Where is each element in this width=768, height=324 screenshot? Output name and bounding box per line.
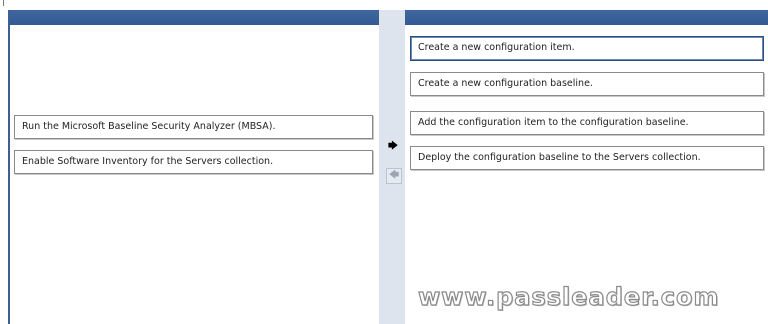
move-buttons-column: 🡆 🡄 — [379, 10, 405, 324]
left-panel-header — [10, 10, 379, 25]
right-list-item[interactable]: Create a new configuration baseline. — [410, 72, 764, 96]
corner-mark — [0, 0, 4, 6]
watermark-text: www.passleader.com — [417, 282, 720, 311]
arrow-right-icon: 🡆 — [387, 140, 399, 152]
right-list-item[interactable]: Add the configuration item to the config… — [410, 111, 764, 135]
arrow-left-icon: 🡄 — [388, 169, 400, 181]
move-right-button[interactable]: 🡆 — [386, 140, 400, 154]
left-list-item[interactable]: Enable Software Inventory for the Server… — [14, 150, 373, 174]
left-list-item[interactable]: Run the Microsoft Baseline Security Anal… — [14, 115, 373, 139]
right-list-item[interactable]: Deploy the configuration baseline to the… — [410, 146, 764, 170]
right-list-item[interactable]: Create a new configuration item. — [410, 36, 764, 61]
right-panel-header — [405, 10, 768, 25]
move-left-button[interactable]: 🡄 — [386, 168, 402, 184]
